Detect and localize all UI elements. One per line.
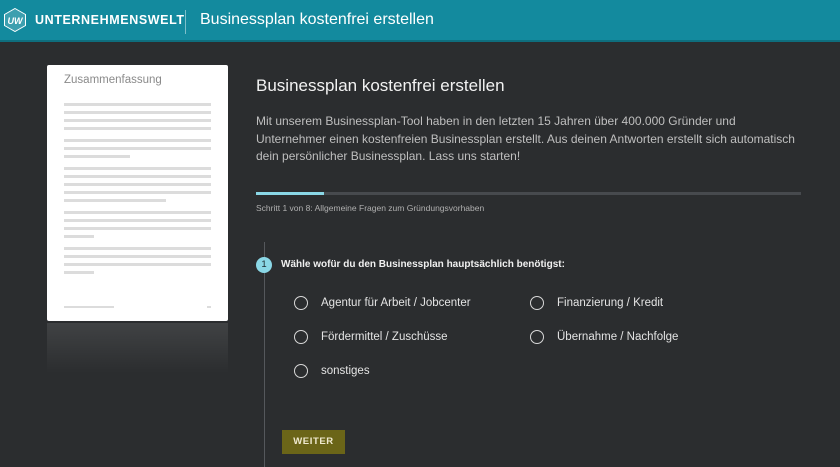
doc-text-line xyxy=(64,103,211,106)
option-uebernahme-nachfolge[interactable]: Übernahme / Nachfolge xyxy=(530,330,695,346)
option-sonstiges[interactable]: sonstiges xyxy=(294,364,384,380)
doc-text-line xyxy=(64,227,211,230)
top-bar: UW UNTERNEHMENSWELT Businessplan kostenf… xyxy=(0,0,840,42)
doc-text-line xyxy=(64,191,211,194)
progress-bar xyxy=(256,192,801,195)
logo-text: UW xyxy=(8,16,24,26)
doc-text-line xyxy=(64,127,211,130)
option-label: Finanzierung / Kredit xyxy=(557,297,664,309)
doc-text-line xyxy=(64,263,211,266)
doc-text-line xyxy=(64,235,94,238)
doc-text-line xyxy=(64,199,166,202)
option-finanzierung-kredit[interactable]: Finanzierung / Kredit xyxy=(530,296,680,312)
doc-text-line xyxy=(64,247,211,250)
doc-text-line xyxy=(64,147,211,150)
brand-name[interactable]: UNTERNEHMENSWELT xyxy=(35,13,185,27)
progress-fill xyxy=(256,192,325,195)
header-divider xyxy=(185,10,186,34)
step-indicator: Schritt 1 von 8: Allgemeine Fragen zum G… xyxy=(256,203,485,213)
doc-text-line xyxy=(64,119,211,122)
radio-button[interactable] xyxy=(294,296,308,310)
radio-button[interactable] xyxy=(294,364,308,378)
page-title: Businessplan kostenfrei erstellen xyxy=(256,76,505,95)
doc-text-line xyxy=(64,219,211,222)
option-label: Fördermittel / Zuschüsse xyxy=(321,331,448,343)
doc-text-line xyxy=(64,271,94,274)
option-agentur-fuer-arbeit[interactable]: Agentur für Arbeit / Jobcenter xyxy=(294,296,494,312)
doc-text-line xyxy=(64,255,211,258)
doc-text-line xyxy=(64,167,211,170)
document-preview-title: Zusammenfassung xyxy=(64,74,162,86)
radio-button[interactable] xyxy=(530,330,544,344)
doc-text-line xyxy=(64,155,130,158)
document-preview-reflection xyxy=(47,323,228,373)
doc-text-line xyxy=(64,111,211,114)
doc-text-line xyxy=(64,211,211,214)
weiter-button[interactable]: WEITER xyxy=(282,430,345,454)
question-timeline xyxy=(264,242,265,467)
radio-button[interactable] xyxy=(294,330,308,344)
option-label: sonstiges xyxy=(321,365,370,377)
intro-text: Mit unserem Businessplan-Tool haben in d… xyxy=(256,114,795,163)
doc-footer-line xyxy=(64,306,114,308)
logo-icon[interactable]: UW xyxy=(3,8,27,32)
doc-page-number xyxy=(207,306,211,308)
doc-text-line xyxy=(64,139,211,142)
option-label: Agentur für Arbeit / Jobcenter xyxy=(321,297,471,309)
question-text: Wähle wofür du den Businessplan hauptsäc… xyxy=(281,259,565,270)
option-label: Übernahme / Nachfolge xyxy=(557,331,679,343)
doc-text-line xyxy=(64,183,211,186)
doc-text-line xyxy=(64,175,211,178)
question-number-badge: 1 xyxy=(256,257,272,273)
document-preview: Zusammenfassung xyxy=(47,65,228,321)
header-title: Businessplan kostenfrei erstellen xyxy=(200,11,434,28)
radio-button[interactable] xyxy=(530,296,544,310)
option-foerdermittel-zuschuesse[interactable]: Fördermittel / Zuschüsse xyxy=(294,330,464,346)
